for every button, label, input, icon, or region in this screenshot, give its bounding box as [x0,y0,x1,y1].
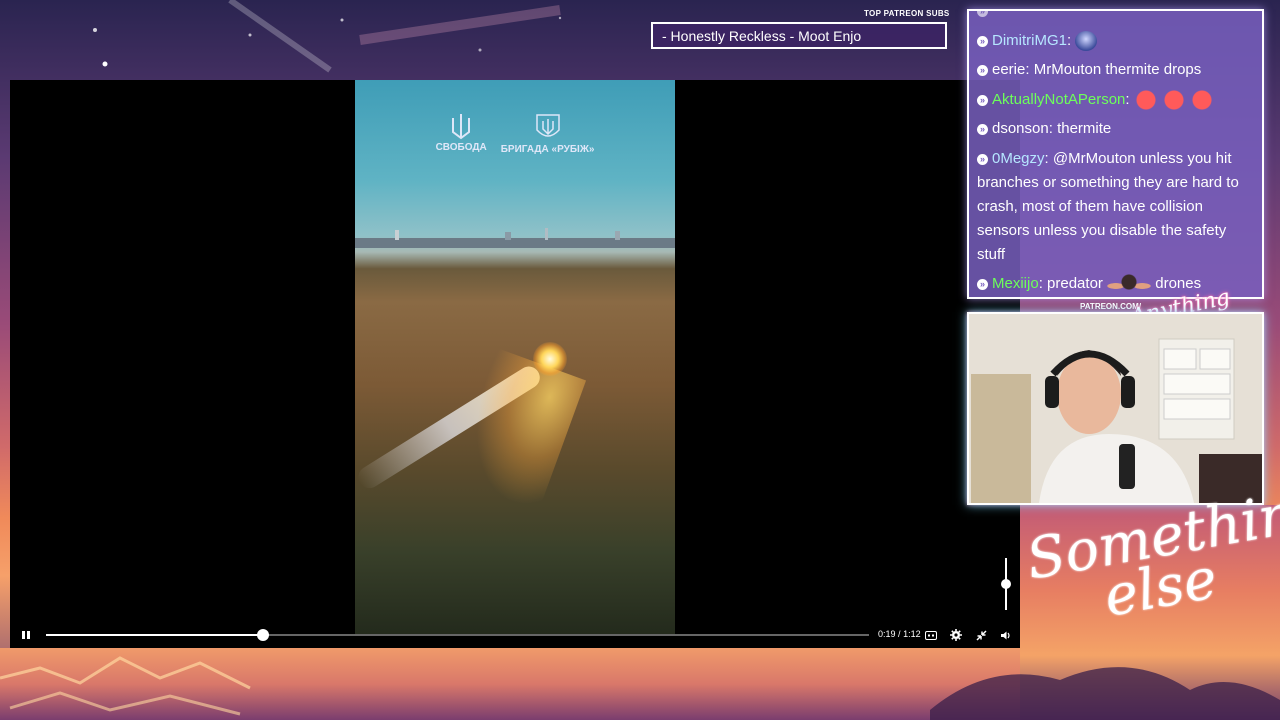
chat-text: predator [1047,275,1103,292]
pause-button[interactable] [18,627,34,643]
chat-message: » dsonson: thermite [977,117,1257,141]
chat-username[interactable]: AktuallyNotAPerson [992,91,1125,108]
chat-username[interactable]: dsonson [992,120,1049,137]
minimize-icon [975,629,987,641]
volume-button[interactable] [998,627,1014,643]
background-palm-decoration [930,667,1280,720]
chat-text: thermite [1057,120,1112,137]
chat-panel[interactable]: » » DimitriMG1: » eerie: MrMouton thermite… [967,9,1264,299]
seek-bar-knob[interactable] [257,629,270,641]
seek-bar-progress [46,634,264,636]
chat-badge-icon: » [977,153,988,165]
background-crack-decoration [0,656,251,716]
video-thermite-sparks [448,347,587,513]
predator-emote-icon [1107,274,1152,295]
chat-separator: : [1048,120,1053,137]
time-total: 1:12 [903,629,921,639]
chat-text-2: drones [1155,275,1202,292]
webcam-feed [967,312,1264,505]
patreon-subs-ticker: - Honestly Reckless - Moot Enjo [662,28,862,44]
video-player[interactable]: СВОБОДА БРИГАДА «РУБІЖ» 0:19 / 1:12 [10,80,1020,648]
chat-separator: : [1038,275,1043,292]
chat-message-partial: » [977,11,1257,23]
video-thermite-flare [533,342,567,376]
video-controls: 0:19 / 1:12 [10,621,1020,648]
chat-message: » 0Megzy: @MrMouton unless you hit branch… [977,147,1257,267]
settings-button[interactable] [948,627,964,643]
time-display: 0:19 / 1:12 [878,629,921,639]
watermark-right: БРИГАДА «РУБІЖ» [500,112,595,155]
chat-message: » DimitriMG1: [977,29,1257,53]
volume-slider[interactable] [1001,558,1011,610]
trident-icon [452,114,471,140]
watermark-left-text: СВОБОДА [435,142,487,153]
chat-separator: : [1067,32,1072,49]
red-emotes-icon [1133,90,1214,111]
watermark-left: СВОБОДА [436,112,487,155]
webcam-scene [969,314,1262,503]
chat-badge-icon: » [977,11,988,17]
chat-badge-icon: » [977,94,988,106]
chat-badge-icon: » [977,278,988,290]
exit-fullscreen-button[interactable] [973,627,989,643]
chat-badge-icon: » [977,64,988,76]
patreon-subs-ticker-box: - Honestly Reckless - Moot Enjo [651,22,947,49]
chat-username[interactable]: DimitriMG1 [992,32,1067,49]
video-city-skyline [355,228,675,248]
captions-button[interactable] [923,627,939,643]
seek-bar[interactable] [46,629,869,641]
time-current: 0:19 [878,629,896,639]
chat-separator: : [1125,91,1130,108]
chat-badge-icon: » [977,35,988,47]
chat-separator: : [1044,150,1049,167]
volume-slider-knob[interactable] [1001,579,1011,589]
chat-badge-icon: » [977,123,988,135]
chat-username[interactable]: eerie [992,61,1025,78]
captions-icon [925,630,937,640]
chat-separator: : [1025,61,1030,78]
chat-message: » eerie: MrMouton thermite drops [977,58,1257,82]
wizard-emote-icon [1075,31,1098,52]
chat-text: MrMouton thermite drops [1033,61,1202,78]
chat-username[interactable]: 0Megzy [992,150,1045,167]
video-frame[interactable]: СВОБОДА БРИГАДА «РУБІЖ» [355,80,675,635]
video-watermark: СВОБОДА БРИГАДА «РУБІЖ» [355,112,675,155]
time-separator: / [898,629,901,639]
pause-icon [22,631,30,639]
patreon-subs-title: TOP PATREON SUBS [864,9,950,18]
shield-trident-icon [535,114,560,137]
chat-username[interactable]: Mexiijo [992,275,1039,292]
speaker-icon [1001,631,1010,639]
watermark-right-text: БРИГАДА «РУБІЖ» [500,144,595,155]
gear-icon [950,629,962,641]
chat-message: » AktuallyNotAPerson: [977,88,1257,112]
